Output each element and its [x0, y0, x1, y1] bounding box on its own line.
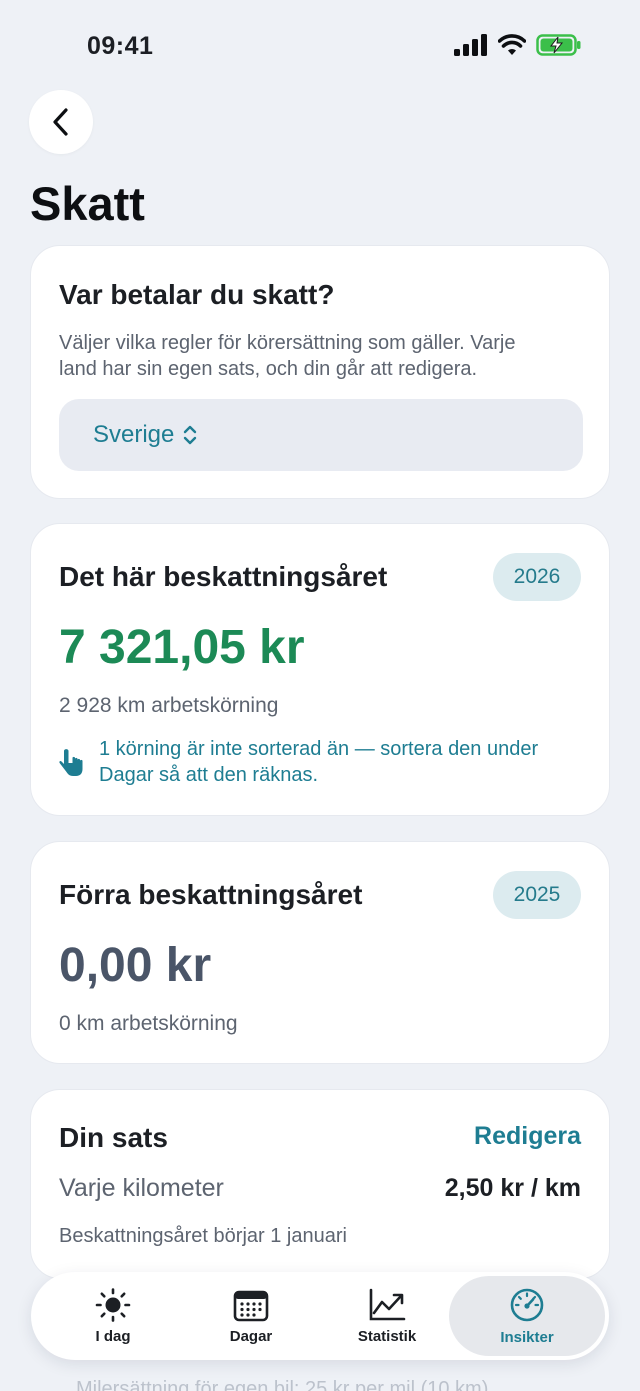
status-time: 09:41 — [87, 32, 154, 60]
unsorted-trip-note[interactable]: 1 körning är inte sorterad än — sortera … — [59, 736, 589, 788]
battery-icon — [536, 34, 581, 56]
tab-today[interactable]: I dag — [45, 1276, 181, 1356]
current-tax-year-card: Det här beskattningsåret 2026 7 321,05 k… — [30, 523, 610, 816]
current-year-badge: 2026 — [493, 553, 581, 601]
chart-icon — [369, 1288, 406, 1320]
tax-location-heading: Var betalar du skatt? — [59, 279, 335, 310]
current-year-distance: 2 928 km arbetskörning — [59, 694, 279, 717]
note-line-1: 1 körning är inte sorterad än — sortera … — [99, 738, 539, 760]
rate-heading: Din sats — [59, 1122, 168, 1153]
calendar-icon — [233, 1290, 269, 1321]
tab-insights-label: Insikter — [500, 1328, 554, 1346]
tab-insights[interactable]: Insikter — [449, 1276, 605, 1356]
current-year-amount: 7 321,05 kr — [59, 621, 305, 674]
signal-icon — [454, 34, 487, 56]
note-line-2: Dagar så att den räknas. — [99, 764, 319, 786]
previous-year-distance: 0 km arbetskörning — [59, 1012, 238, 1035]
hand-tap-icon — [59, 749, 83, 776]
back-button[interactable] — [29, 90, 93, 154]
tax-year-start: Beskattningsåret börjar 1 januari — [59, 1225, 347, 1247]
wifi-icon — [498, 34, 526, 55]
status-icons — [454, 34, 582, 56]
previous-year-heading: Förra beskattningsåret — [59, 879, 363, 910]
status-bar: 09:41 — [0, 0, 640, 90]
current-year-heading: Det här beskattningsåret — [59, 561, 388, 592]
gauge-icon — [510, 1288, 544, 1321]
country-select[interactable]: Sverige — [59, 399, 583, 471]
per-km-value: 2,50 kr / km — [444, 1174, 581, 1202]
page-title: Skatt — [30, 177, 145, 230]
sun-icon — [95, 1287, 131, 1322]
tab-days-label: Dagar — [229, 1327, 273, 1345]
tax-location-card: Var betalar du skatt? Väljer vilka regle… — [30, 245, 610, 499]
chevron-up-down-icon — [184, 425, 197, 445]
tax-location-description-1: Väljer vilka regler för körersättning so… — [59, 332, 516, 354]
previous-year-badge: 2025 — [493, 871, 581, 919]
previous-tax-year-card: Förra beskattningsåret 2025 0,00 kr 0 km… — [30, 841, 610, 1064]
tab-days[interactable]: Dagar — [183, 1276, 319, 1356]
edit-rate-link[interactable]: Redigera — [474, 1122, 581, 1151]
unsorted-trip-text: 1 körning är inte sorterad än — sortera … — [99, 736, 538, 788]
country-select-value: Sverige — [93, 421, 175, 448]
tab-bar: I dag Dagar Statistik Insikter — [31, 1272, 609, 1360]
tab-statistics-label: Statistik — [357, 1327, 417, 1345]
tab-today-label: I dag — [95, 1327, 131, 1345]
previous-year-amount: 0,00 kr — [59, 939, 212, 992]
chevron-left-icon — [53, 108, 68, 136]
tax-location-description-2: land har sin egen sats, och din går att … — [59, 358, 478, 380]
rate-card: Din sats Redigera Varje kilometer 2,50 k… — [30, 1089, 610, 1279]
peek-text: Milersättning för egen bil: 25 kr per mi… — [76, 1378, 489, 1391]
per-km-label: Varje kilometer — [59, 1174, 224, 1202]
tab-statistics[interactable]: Statistik — [319, 1276, 455, 1356]
